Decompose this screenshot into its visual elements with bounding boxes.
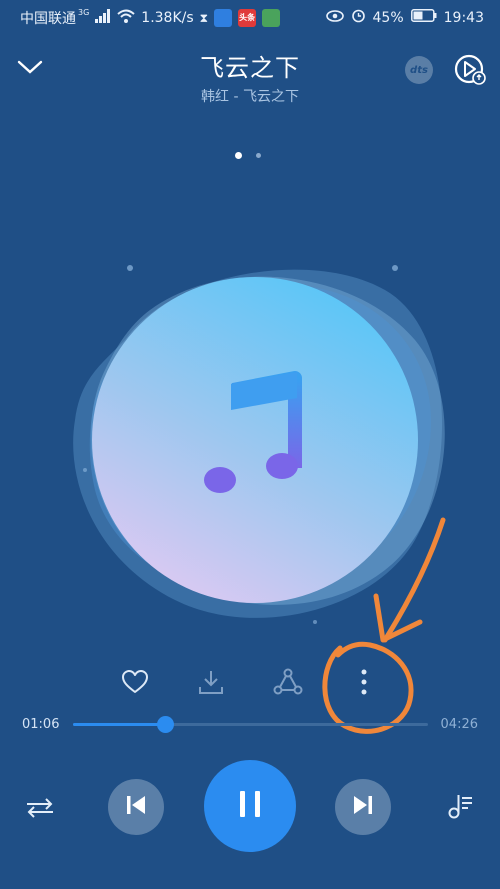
previous-icon	[125, 794, 147, 820]
repeat-mode-button[interactable]	[20, 790, 60, 830]
progress-fill	[73, 723, 166, 726]
progress-slider[interactable]	[73, 716, 428, 733]
previous-button[interactable]	[108, 779, 164, 835]
repeat-icon	[25, 797, 55, 823]
current-time: 01:06	[22, 717, 60, 732]
playlist-button[interactable]	[440, 788, 480, 828]
play-pause-button[interactable]	[204, 760, 296, 852]
playlist-icon	[446, 792, 474, 824]
total-time: 04:26	[440, 717, 478, 732]
next-button[interactable]	[335, 779, 391, 835]
next-icon	[352, 794, 374, 820]
pause-icon	[238, 789, 262, 823]
annotation-arrow-circle	[322, 517, 446, 734]
